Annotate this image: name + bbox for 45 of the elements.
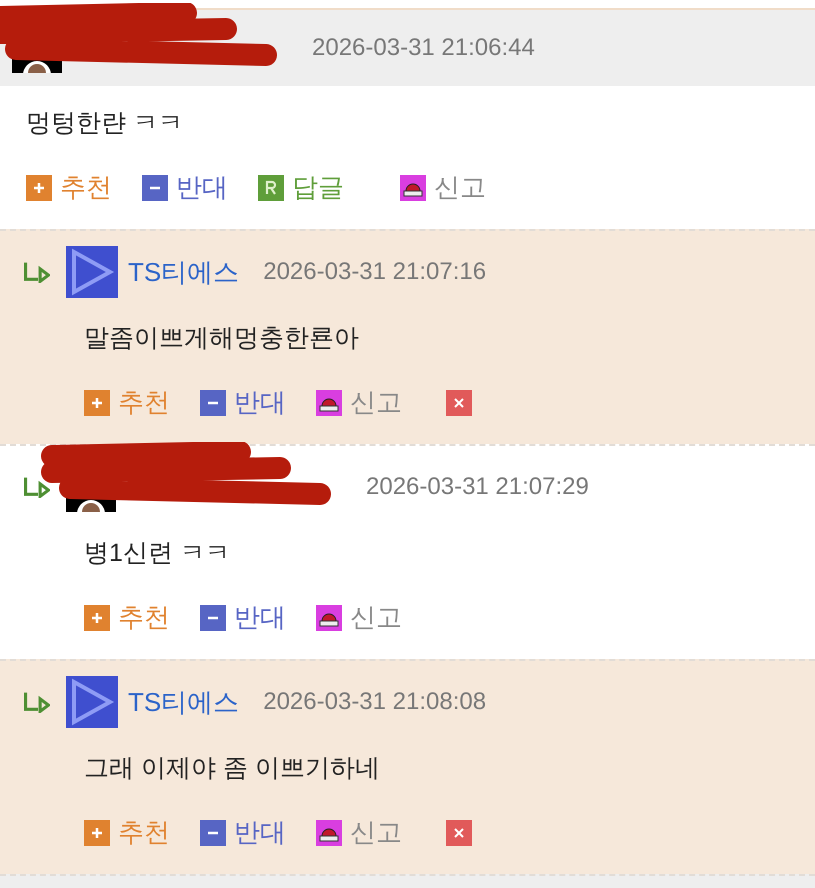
siren-icon (316, 820, 342, 846)
minus-icon (200, 390, 226, 416)
minus-icon (200, 820, 226, 846)
minus-icon (200, 604, 226, 630)
comment-time: 2026-03-31 21:08:08 (263, 687, 486, 717)
reply-arrow-icon (24, 476, 50, 498)
comment-text: 그래 이제야 좀 이쁘기하네 (84, 753, 381, 784)
delete-button[interactable] (446, 390, 472, 416)
reply-arrow-icon (24, 261, 50, 283)
author-name[interactable]: TS티에스 (128, 252, 240, 292)
plus-icon (84, 604, 110, 630)
comment-text: 병1신련 ㅋㅋ (84, 538, 231, 569)
plus-icon (84, 390, 110, 416)
siren-icon (316, 390, 342, 416)
plus-icon (84, 820, 110, 846)
delete-button[interactable] (446, 820, 472, 846)
oppose-button[interactable]: 반대 (142, 168, 228, 207)
recommend-button[interactable]: 추천 (84, 813, 170, 852)
comment-time: 2026-03-31 21:07:29 (366, 472, 589, 502)
play-avatar-icon (66, 676, 118, 728)
comment-text: 말좀이쁘게해멍충한룐아 (84, 323, 360, 354)
report-button[interactable]: 신고 (316, 598, 402, 637)
plus-icon (26, 174, 52, 200)
reply-icon (258, 174, 284, 200)
minus-icon (142, 174, 168, 200)
siren-icon (316, 604, 342, 630)
oppose-button[interactable]: 반대 (200, 598, 286, 637)
siren-icon (400, 174, 426, 200)
play-avatar-icon (66, 246, 118, 298)
comment-time: 2026-03-31 21:07:16 (263, 257, 486, 287)
oppose-button[interactable]: 반대 (200, 383, 286, 422)
comment-text: 멍텅한랸 ㅋㅋ (26, 108, 184, 139)
comment-time: 2026-03-31 21:06:44 (312, 33, 535, 63)
report-button[interactable]: 신고 (316, 383, 402, 422)
reply-arrow-icon (24, 691, 50, 713)
recommend-button[interactable]: 추천 (84, 598, 170, 637)
recommend-button[interactable]: 추천 (84, 383, 170, 422)
oppose-button[interactable]: 반대 (200, 813, 286, 852)
close-icon (446, 820, 472, 846)
report-button[interactable]: 신고 (316, 813, 402, 852)
author-name[interactable]: TS티에스 (128, 682, 240, 722)
report-button[interactable]: 신고 (400, 168, 486, 207)
recommend-button[interactable]: 추천 (26, 168, 112, 207)
reply-button[interactable]: 답글 (258, 168, 344, 207)
close-icon (446, 390, 472, 416)
